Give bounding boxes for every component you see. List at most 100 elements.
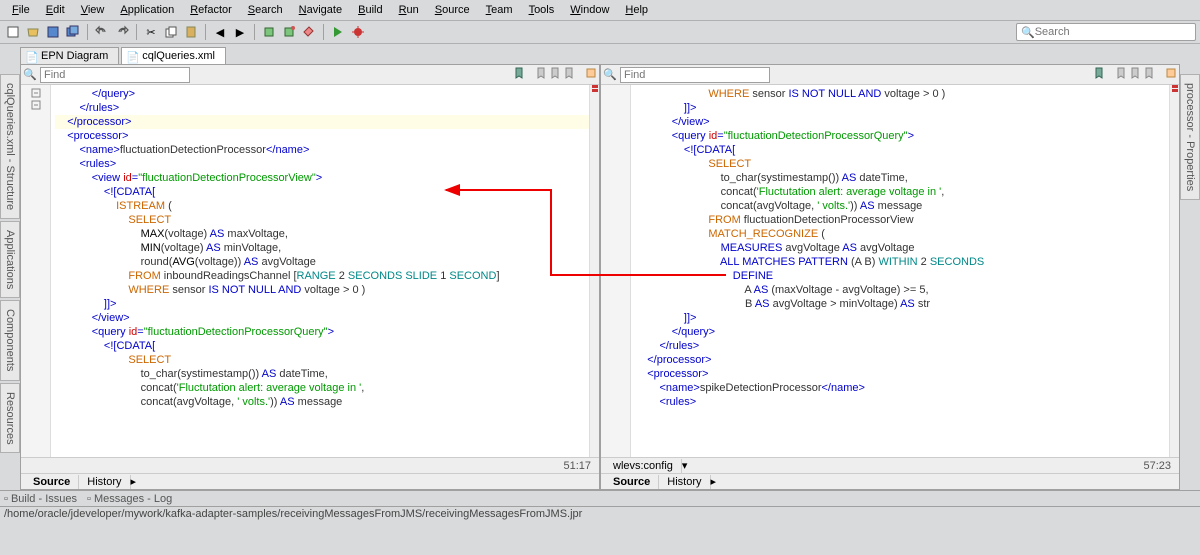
side-tab-processor-properties[interactable]: processor - Properties	[1180, 74, 1200, 200]
menu-help[interactable]: Help	[617, 2, 656, 18]
code-line: MEASURES avgVoltage AS avgVoltage	[635, 241, 1169, 255]
back-icon[interactable]: ◀	[211, 23, 229, 41]
bookmark-toggle-icon[interactable]	[513, 67, 525, 82]
menu-file[interactable]: File	[4, 2, 38, 18]
code-folding-icon[interactable]	[585, 67, 597, 82]
code-line: </view>	[635, 115, 1169, 129]
editor-footer: wlevs:config ▾ 57:23	[601, 457, 1179, 473]
code-line: concat('Fluctutation alert: average volt…	[55, 381, 589, 395]
side-tab-resources[interactable]: Resources	[0, 383, 20, 454]
open-icon[interactable]	[24, 23, 42, 41]
editor-tab-source[interactable]: Source	[605, 475, 659, 489]
editor-tab-history[interactable]: History	[659, 475, 710, 489]
code-area: </query> </rules> </processor> <processo…	[21, 85, 599, 457]
code-line: round(AVG(voltage)) AS avgVoltage	[55, 255, 589, 269]
editor-tab-history[interactable]: History	[79, 475, 130, 489]
side-tab-label: Components	[4, 309, 16, 371]
main-toolbar: ✂ ◀ ▶ 🔍	[0, 21, 1200, 44]
breadcrumb[interactable]: wlevs:config	[605, 459, 682, 473]
tab-label: EPN Diagram	[41, 50, 108, 62]
editor-tab-source[interactable]: Source	[25, 475, 79, 489]
copy-icon[interactable]	[162, 23, 180, 41]
bookmark-list-icon[interactable]	[1143, 67, 1155, 82]
menu-edit[interactable]: Edit	[38, 2, 73, 18]
code-line: DEFINE	[635, 269, 1169, 283]
undo-icon[interactable]	[93, 23, 111, 41]
bookmark-list-icon[interactable]	[563, 67, 575, 82]
save-all-icon[interactable]	[64, 23, 82, 41]
find-bar: 🔍	[601, 65, 1179, 85]
gutter[interactable]	[601, 85, 631, 457]
code-line: ]]>	[55, 297, 589, 311]
code-line: </query>	[635, 325, 1169, 339]
bookmark-prev-icon[interactable]	[1115, 67, 1127, 82]
paste-icon[interactable]	[182, 23, 200, 41]
new-icon[interactable]	[4, 23, 22, 41]
cut-icon[interactable]: ✂	[142, 23, 160, 41]
global-search[interactable]: 🔍	[1016, 23, 1196, 41]
menu-refactor[interactable]: Refactor	[182, 2, 240, 18]
build-icon[interactable]	[260, 23, 278, 41]
code-line: ISTREAM (	[55, 199, 589, 213]
side-tab-components[interactable]: Components	[0, 300, 20, 380]
find-input[interactable]	[620, 67, 770, 83]
run-icon[interactable]	[329, 23, 347, 41]
dock-tab-messages-log[interactable]: ▫ Messages - Log	[87, 493, 172, 505]
bookmark-prev-icon[interactable]	[535, 67, 547, 82]
side-tab-applications[interactable]: Applications	[0, 221, 20, 298]
menu-tools[interactable]: Tools	[521, 2, 563, 18]
chevron-down-icon[interactable]: ▾	[682, 459, 688, 472]
bookmark-next-icon[interactable]	[549, 67, 561, 82]
dock-tab-build-issues[interactable]: ▫ Build - Issues	[4, 493, 77, 505]
code-line: <processor>	[55, 129, 589, 143]
menu-window[interactable]: Window	[562, 2, 617, 18]
save-icon[interactable]	[44, 23, 62, 41]
chevron-right-icon[interactable]: ▸	[711, 475, 717, 488]
redo-icon[interactable]	[113, 23, 131, 41]
code-line: concat('Fluctutation alert: average volt…	[635, 185, 1169, 199]
code-folding-icon[interactable]	[1165, 67, 1177, 82]
code-line: MATCH_RECOGNIZE (	[635, 227, 1169, 241]
forward-icon[interactable]: ▶	[231, 23, 249, 41]
file-icon: 📄	[126, 51, 138, 63]
code-text[interactable]: WHERE sensor IS NOT NULL AND voltage > 0…	[631, 85, 1169, 457]
rebuild-icon[interactable]	[280, 23, 298, 41]
bookmark-next-icon[interactable]	[1129, 67, 1141, 82]
menu-search[interactable]: Search	[240, 2, 291, 18]
search-icon: 🔍	[1021, 26, 1035, 39]
minimap[interactable]	[589, 85, 599, 457]
menu-navigate[interactable]: Navigate	[291, 2, 350, 18]
clean-icon[interactable]	[300, 23, 318, 41]
menu-build[interactable]: Build	[350, 2, 390, 18]
separator	[205, 24, 206, 40]
side-tab-label: Resources	[4, 392, 16, 445]
code-line: SELECT	[55, 353, 589, 367]
tab-cqlqueries-xml[interactable]: 📄cqlQueries.xml	[121, 47, 226, 64]
menu-application[interactable]: Application	[112, 2, 182, 18]
cursor-position: 51:17	[563, 460, 595, 472]
code-line: <![CDATA[	[635, 143, 1169, 157]
code-line: to_char(systimestamp()) AS dateTime,	[55, 367, 589, 381]
menu-source[interactable]: Source	[427, 2, 478, 18]
minimap[interactable]	[1169, 85, 1179, 457]
menu-run[interactable]: Run	[391, 2, 427, 18]
side-tab-label: cqlQueries.xml - Structure	[4, 83, 16, 210]
bookmark-toggle-icon[interactable]	[1093, 67, 1105, 82]
separator	[323, 24, 324, 40]
code-line: <view id="fluctuationDetectionProcessorV…	[55, 171, 589, 185]
find-input[interactable]	[40, 67, 190, 83]
gutter[interactable]	[21, 85, 51, 457]
chevron-right-icon[interactable]: ▸	[131, 475, 137, 488]
menu-view[interactable]: View	[73, 2, 113, 18]
code-text[interactable]: </query> </rules> </processor> <processo…	[51, 85, 589, 457]
separator	[527, 67, 533, 82]
tab-epn-diagram[interactable]: 📄EPN Diagram	[20, 47, 119, 64]
debug-icon[interactable]	[349, 23, 367, 41]
code-line: </view>	[55, 311, 589, 325]
menu-team[interactable]: Team	[478, 2, 521, 18]
editor-right: 🔍 WHERE sensor IS NOT NULL AND voltage >	[600, 64, 1180, 490]
side-tab-cqlqueries-xml-structure[interactable]: cqlQueries.xml - Structure	[0, 74, 20, 219]
code-line: FROM inboundReadingsChannel [RANGE 2 SEC…	[55, 269, 589, 283]
menu-bar: FileEditViewApplicationRefactorSearchNav…	[0, 0, 1200, 21]
search-input[interactable]	[1035, 26, 1191, 38]
